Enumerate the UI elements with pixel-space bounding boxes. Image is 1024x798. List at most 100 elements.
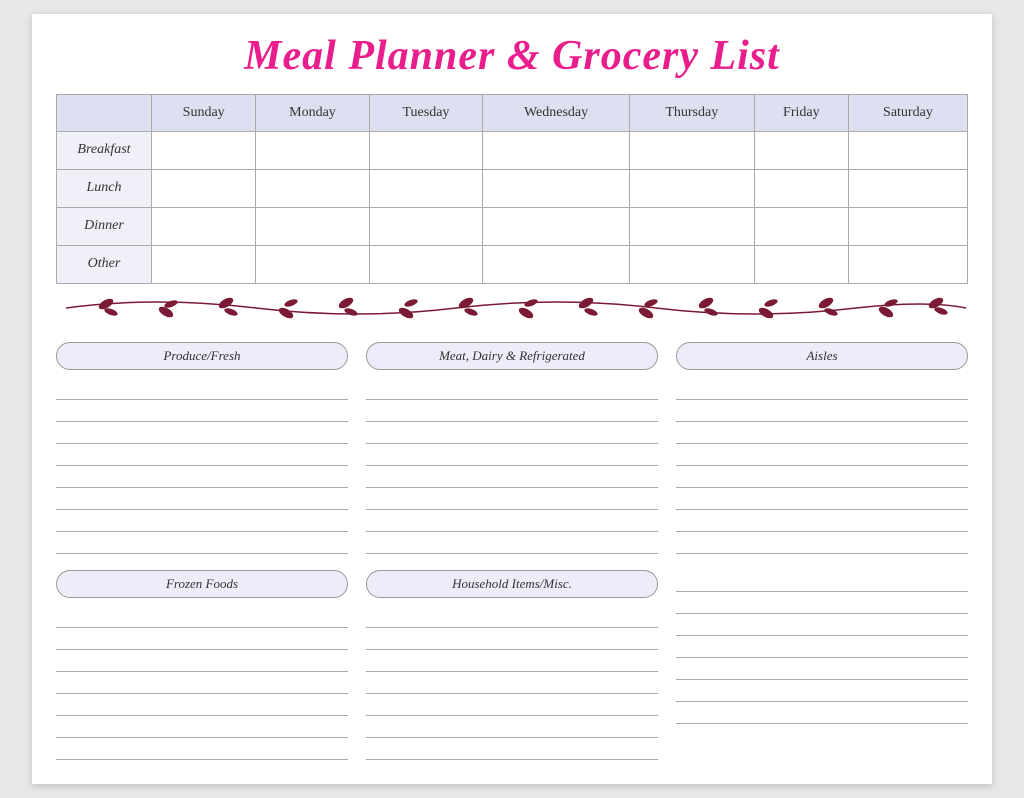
- list-line: [56, 510, 348, 532]
- list-line: [676, 466, 968, 488]
- floral-divider: [56, 290, 968, 332]
- day-saturday: Saturday: [848, 94, 967, 131]
- meal-cell[interactable]: [152, 207, 256, 245]
- day-wednesday: Wednesday: [483, 94, 629, 131]
- meal-cell[interactable]: [256, 207, 369, 245]
- meal-label-lunch: Lunch: [57, 169, 152, 207]
- page-title: Meal Planner & Grocery List: [56, 32, 968, 80]
- list-line: [56, 606, 348, 628]
- page: Meal Planner & Grocery List Sunday Monda…: [32, 14, 992, 784]
- list-line: [676, 680, 968, 702]
- meal-label-breakfast: Breakfast: [57, 131, 152, 169]
- grocery-section-bottom: Frozen Foods Household Items/Misc.: [56, 570, 968, 760]
- list-line: [366, 650, 658, 672]
- meal-cell[interactable]: [483, 169, 629, 207]
- day-friday: Friday: [754, 94, 848, 131]
- list-line: [366, 672, 658, 694]
- list-line: [366, 400, 658, 422]
- list-line: [56, 694, 348, 716]
- list-line: [56, 532, 348, 554]
- meal-cell[interactable]: [152, 169, 256, 207]
- meal-cell[interactable]: [369, 245, 483, 283]
- meal-cell[interactable]: [256, 131, 369, 169]
- meal-cell[interactable]: [629, 207, 754, 245]
- day-tuesday: Tuesday: [369, 94, 483, 131]
- aisles-lines: [676, 378, 968, 554]
- list-line: [56, 466, 348, 488]
- grocery-col-produce: Produce/Fresh: [56, 342, 348, 554]
- meal-cell[interactable]: [848, 207, 967, 245]
- list-line: [676, 488, 968, 510]
- meal-cell[interactable]: [483, 131, 629, 169]
- meal-cell[interactable]: [754, 131, 848, 169]
- day-sunday: Sunday: [152, 94, 256, 131]
- meal-cell[interactable]: [483, 245, 629, 283]
- meal-cell[interactable]: [369, 207, 483, 245]
- list-line: [56, 716, 348, 738]
- day-thursday: Thursday: [629, 94, 754, 131]
- list-line: [676, 510, 968, 532]
- list-line: [366, 378, 658, 400]
- list-line: [56, 628, 348, 650]
- list-line: [676, 658, 968, 680]
- grocery-col-aisles: Aisles: [676, 342, 968, 554]
- list-line: [366, 694, 658, 716]
- meal-cell[interactable]: [629, 169, 754, 207]
- meal-cell[interactable]: [848, 131, 967, 169]
- meal-cell[interactable]: [754, 207, 848, 245]
- meal-cell[interactable]: [369, 131, 483, 169]
- meal-cell[interactable]: [152, 131, 256, 169]
- meal-cell[interactable]: [256, 169, 369, 207]
- meal-planner-table: Sunday Monday Tuesday Wednesday Thursday…: [56, 94, 968, 284]
- list-line: [366, 628, 658, 650]
- list-line: [366, 488, 658, 510]
- produce-lines: [56, 378, 348, 554]
- list-line: [676, 444, 968, 466]
- meal-cell[interactable]: [629, 131, 754, 169]
- meal-cell[interactable]: [754, 245, 848, 283]
- meal-cell[interactable]: [369, 169, 483, 207]
- meat-label: Meat, Dairy & Refrigerated: [366, 342, 658, 370]
- meal-cell[interactable]: [848, 245, 967, 283]
- aisles-label: Aisles: [676, 342, 968, 370]
- list-line: [56, 422, 348, 444]
- grocery-col-aisles-bottom: [676, 570, 968, 760]
- meal-label-other: Other: [57, 245, 152, 283]
- list-line: [676, 532, 968, 554]
- aisles-bottom-lines: [676, 570, 968, 724]
- meal-cell[interactable]: [848, 169, 967, 207]
- list-line: [676, 636, 968, 658]
- frozen-lines: [56, 606, 348, 760]
- list-line: [56, 672, 348, 694]
- list-line: [366, 716, 658, 738]
- list-line: [366, 606, 658, 628]
- list-line: [676, 614, 968, 636]
- frozen-label: Frozen Foods: [56, 570, 348, 598]
- list-line: [56, 378, 348, 400]
- list-line: [56, 488, 348, 510]
- list-line: [366, 510, 658, 532]
- list-line: [676, 378, 968, 400]
- meal-cell[interactable]: [483, 207, 629, 245]
- meal-cell[interactable]: [754, 169, 848, 207]
- grocery-col-meat: Meat, Dairy & Refrigerated: [366, 342, 658, 554]
- meal-cell[interactable]: [152, 245, 256, 283]
- grocery-section-top: Produce/Fresh Meat, Dairy & Refrigerated…: [56, 342, 968, 554]
- list-line: [676, 422, 968, 444]
- day-monday: Monday: [256, 94, 369, 131]
- list-line: [56, 400, 348, 422]
- list-line: [56, 444, 348, 466]
- meal-cell[interactable]: [256, 245, 369, 283]
- grocery-col-household: Household Items/Misc.: [366, 570, 658, 760]
- meal-cell[interactable]: [629, 245, 754, 283]
- meat-lines: [366, 378, 658, 554]
- list-line: [676, 570, 968, 592]
- list-line: [366, 532, 658, 554]
- list-line: [366, 738, 658, 760]
- meal-label-dinner: Dinner: [57, 207, 152, 245]
- list-line: [366, 444, 658, 466]
- grocery-col-frozen: Frozen Foods: [56, 570, 348, 760]
- list-line: [56, 650, 348, 672]
- list-line: [366, 422, 658, 444]
- household-lines: [366, 606, 658, 760]
